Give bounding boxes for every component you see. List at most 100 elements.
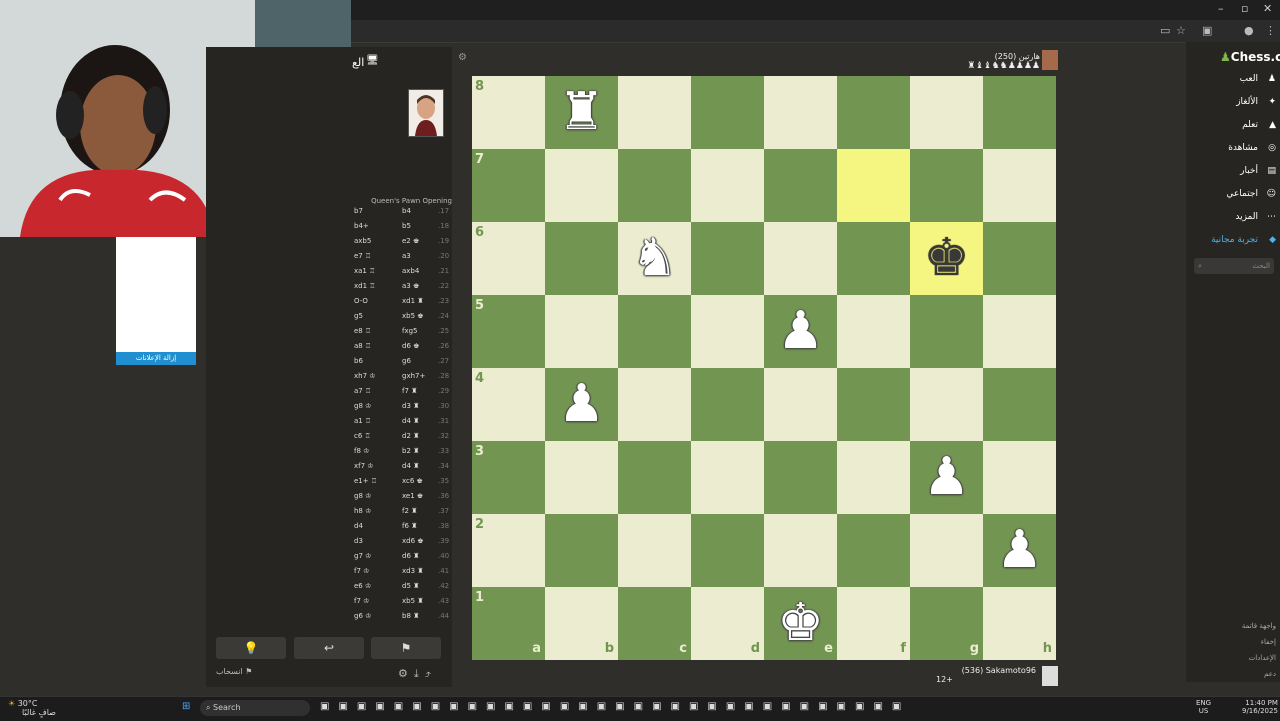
move-row[interactable]: .39 xd6 ♚ d3 <box>206 537 452 552</box>
taskbar-search[interactable]: ⌕ Search <box>200 700 310 716</box>
square-e6[interactable] <box>764 222 837 295</box>
square-f7[interactable] <box>837 149 910 222</box>
nav-item-2[interactable]: تعلم ▲ <box>1186 120 1276 138</box>
white-move[interactable]: a3 ♚ <box>402 282 419 290</box>
chess-board[interactable]: 8 7 6 5 4 3 2 1 a b c d e f g h ♜ ♞ ♚ ♟ ♟ ♟ ♟ ♚ <box>472 76 1056 660</box>
square-f2[interactable] <box>837 514 910 587</box>
white-move[interactable]: xb5 ♚ <box>402 312 424 320</box>
white-move[interactable]: d6 ♜ <box>402 552 419 560</box>
square-d6[interactable] <box>691 222 764 295</box>
white-move[interactable]: d3 ♜ <box>402 402 419 410</box>
white-piece-h2[interactable]: ♟ <box>983 514 1056 587</box>
white-move[interactable]: f7 ♜ <box>402 387 417 395</box>
white-move[interactable]: xd3 ♜ <box>402 567 424 575</box>
black-move[interactable]: xd1 ♖ <box>354 282 376 290</box>
settings-icon[interactable]: ⚙ <box>398 667 414 680</box>
black-move[interactable]: b4+ <box>354 222 369 230</box>
square-a8[interactable]: 8 <box>472 76 545 149</box>
square-b6[interactable] <box>545 222 618 295</box>
black-move[interactable]: axb5 <box>354 237 371 245</box>
square-c5[interactable] <box>618 295 691 368</box>
move-row[interactable]: .41 xd3 ♜ f7 ♔ <box>206 567 452 582</box>
square-h1[interactable]: h <box>983 587 1056 660</box>
square-h7[interactable] <box>983 149 1056 222</box>
black-move[interactable]: f7 ♔ <box>354 597 369 605</box>
square-d3[interactable] <box>691 441 764 514</box>
square-d2[interactable] <box>691 514 764 587</box>
square-b7[interactable] <box>545 149 618 222</box>
nav-item-4[interactable]: أخبار ▤ <box>1186 166 1276 184</box>
flag-button[interactable]: ⚑ <box>371 637 441 659</box>
black-piece-g6[interactable]: ♚ <box>910 222 983 295</box>
black-move[interactable]: a8 ♖ <box>354 342 371 350</box>
square-h8[interactable] <box>983 76 1056 149</box>
move-row[interactable]: .42 d5 ♜ e6 ♔ <box>206 582 452 597</box>
move-row[interactable]: .40 d6 ♜ g7 ♔ <box>206 552 452 567</box>
profile-icon[interactable]: ● <box>1244 24 1254 37</box>
nav-bottom-item[interactable]: إخفاء <box>1186 638 1276 646</box>
black-move[interactable]: a7 ♖ <box>354 387 371 395</box>
close-icon[interactable]: ✕ <box>1263 2 1272 15</box>
nav-bottom-item[interactable]: واجهة قاتمة <box>1186 622 1276 630</box>
square-a2[interactable]: 2 <box>472 514 545 587</box>
board-settings-icon[interactable]: ⚙ <box>458 52 467 63</box>
white-move[interactable]: g6 <box>402 357 411 365</box>
square-f3[interactable] <box>837 441 910 514</box>
square-g2[interactable] <box>910 514 983 587</box>
white-piece-b8[interactable]: ♜ <box>545 76 618 149</box>
nav-item-3[interactable]: مشاهدة ◎ <box>1186 143 1276 161</box>
move-row[interactable]: .44 b8 ♜ g6 ♔ <box>206 612 452 627</box>
square-f5[interactable] <box>837 295 910 368</box>
square-h5[interactable] <box>983 295 1056 368</box>
white-move[interactable]: xc6 ♚ <box>402 477 423 485</box>
black-move[interactable]: g8 ♔ <box>354 492 371 500</box>
nav-item-7[interactable]: تجربة مجانية ◆ <box>1186 235 1276 253</box>
square-c7[interactable] <box>618 149 691 222</box>
pinned-apps[interactable]: ▣▣▣▣▣▣▣▣▣▣▣▣▣▣▣▣▣▣▣▣▣▣▣▣▣▣▣▣▣▣▣▣ <box>320 701 910 712</box>
square-f8[interactable] <box>837 76 910 149</box>
cast-icon[interactable]: ▭ <box>1160 24 1170 37</box>
white-move[interactable]: a3 <box>402 252 411 260</box>
square-d1[interactable]: d <box>691 587 764 660</box>
move-row[interactable]: .34 d4 ♜ xf7 ♔ <box>206 462 452 477</box>
black-move[interactable]: d3 <box>354 537 363 545</box>
square-g1[interactable]: g <box>910 587 983 660</box>
share-icon[interactable]: ⤴ <box>425 667 437 680</box>
move-row[interactable]: .32 d2 ♜ c6 ♖ <box>206 432 452 447</box>
square-d8[interactable] <box>691 76 764 149</box>
black-move[interactable]: b6 <box>354 357 363 365</box>
move-row[interactable]: .21 axb4 xa1 ♖ <box>206 267 452 282</box>
move-row[interactable]: .22 a3 ♚ xd1 ♖ <box>206 282 452 297</box>
remove-ads-button[interactable]: إزالة الإعلانات <box>116 352 196 365</box>
move-row[interactable]: .24 xb5 ♚ g5 <box>206 312 452 327</box>
white-move[interactable]: d4 ♜ <box>402 417 419 425</box>
minimize-icon[interactable]: – <box>1218 2 1224 15</box>
white-move[interactable]: e2 ♚ <box>402 237 419 245</box>
square-h4[interactable] <box>983 368 1056 441</box>
move-row[interactable]: .19 e2 ♚ axb5 <box>206 237 452 252</box>
windows-start-icon[interactable]: ⊞ <box>182 701 190 712</box>
nav-bottom-item[interactable]: الإعدادات <box>1186 654 1276 662</box>
black-move[interactable]: d4 <box>354 522 363 530</box>
square-g5[interactable] <box>910 295 983 368</box>
move-row[interactable]: .37 f2 ♜ h8 ♔ <box>206 507 452 522</box>
move-row[interactable]: .28 gxh7+ xh7 ♔ <box>206 372 452 387</box>
black-move[interactable]: f8 ♔ <box>354 447 369 455</box>
white-move[interactable]: gxh7+ <box>402 372 425 380</box>
move-row[interactable]: .33 b2 ♜ f8 ♔ <box>206 447 452 462</box>
black-move[interactable]: g6 ♔ <box>354 612 371 620</box>
resign-button[interactable]: انسحاب ⚑ <box>216 667 252 676</box>
nav-item-1[interactable]: الألغاز ✦ <box>1186 97 1276 115</box>
star-icon[interactable]: ☆ <box>1176 24 1186 37</box>
menu-dots-icon[interactable]: ⋮ <box>1265 24 1276 37</box>
move-row[interactable]: .35 xc6 ♚ e1+ ♖ <box>206 477 452 492</box>
square-f1[interactable]: f <box>837 587 910 660</box>
square-a1[interactable]: 1a <box>472 587 545 660</box>
move-row[interactable]: .18 b5 b4+ <box>206 222 452 237</box>
move-row[interactable]: .29 f7 ♜ a7 ♖ <box>206 387 452 402</box>
square-c3[interactable] <box>618 441 691 514</box>
square-c2[interactable] <box>618 514 691 587</box>
black-move[interactable]: g8 ♔ <box>354 402 371 410</box>
white-piece-c6[interactable]: ♞ <box>618 222 691 295</box>
square-c8[interactable] <box>618 76 691 149</box>
